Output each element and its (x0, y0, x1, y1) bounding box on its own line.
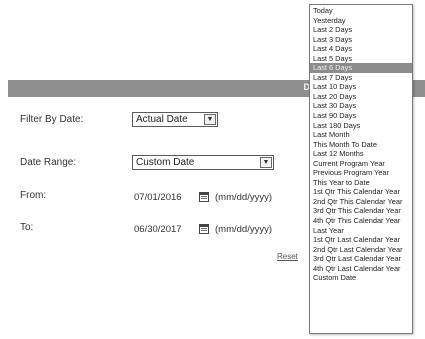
dropdown-option[interactable]: Last 4 Days (310, 44, 412, 54)
dropdown-option[interactable]: 2nd Qtr Last Calendar Year (310, 245, 412, 255)
date-range-options-list[interactable]: Today Yesterday Last 2 Days Last 3 Days Last… (309, 4, 413, 334)
chevron-down-icon[interactable]: ▼ (204, 114, 216, 125)
date-range-value: Custom Date (136, 157, 195, 168)
dropdown-option[interactable]: 4th Qtr This Calendar Year (310, 216, 412, 226)
dropdown-option[interactable]: Yesterday (310, 16, 412, 26)
calendar-icon[interactable] (199, 192, 209, 202)
dropdown-option[interactable]: Last 20 Days (310, 92, 412, 102)
dropdown-option[interactable]: 1st Qtr Last Calendar Year (310, 235, 412, 245)
filter-by-date-select[interactable]: Actual Date ▼ (132, 112, 218, 127)
filter-by-date-value: Actual Date (136, 114, 188, 125)
calendar-icon[interactable] (199, 224, 209, 234)
dropdown-option[interactable]: 3rd Qtr This Calendar Year (310, 206, 412, 216)
to-date-input[interactable]: 06/30/2017 (134, 224, 182, 235)
dropdown-option[interactable]: Last 3 Days (310, 35, 412, 45)
date-range-select[interactable]: Custom Date ▼ (132, 155, 274, 170)
reset-link[interactable]: Reset (277, 252, 298, 261)
date-range-label: Date Range: (20, 157, 77, 168)
dropdown-option[interactable]: Last 12 Months (310, 149, 412, 159)
dropdown-option[interactable]: Custom Date (310, 273, 412, 283)
dropdown-option[interactable]: Previous Program Year (310, 168, 412, 178)
from-date-format-hint: (mm/dd/yyyy) (215, 192, 272, 203)
dropdown-option[interactable]: 3rd Qtr Last Calendar Year (310, 254, 412, 264)
dropdown-option[interactable]: Last Year (310, 226, 412, 236)
dropdown-option[interactable]: This Year to Date (310, 178, 412, 188)
dropdown-option[interactable]: Last 2 Days (310, 25, 412, 35)
options-list: Today Yesterday Last 2 Days Last 3 Days Last… (310, 5, 412, 283)
dropdown-option[interactable]: Last 180 Days (310, 121, 412, 131)
dropdown-option[interactable]: Last 30 Days (310, 101, 412, 111)
dropdown-option[interactable]: Last Month (310, 130, 412, 140)
dropdown-option[interactable]: Last 6 Days (310, 63, 412, 73)
dropdown-option[interactable]: Current Program Year (310, 159, 412, 169)
dropdown-option[interactable]: Today (310, 6, 412, 16)
filter-by-date-label: Filter By Date: (20, 114, 84, 125)
dropdown-option[interactable]: Last 90 Days (310, 111, 412, 121)
dropdown-option[interactable]: Last 7 Days (310, 73, 412, 83)
dropdown-option[interactable]: 4th Qtr Last Calendar Year (310, 264, 412, 274)
from-label: From: (20, 190, 47, 201)
dropdown-option[interactable]: Last 10 Days (310, 82, 412, 92)
dropdown-option[interactable]: 2nd Qtr This Calendar Year (310, 197, 412, 207)
dropdown-option[interactable]: 1st Qtr This Calendar Year (310, 187, 412, 197)
to-label: To: (20, 222, 34, 233)
from-date-input[interactable]: 07/01/2016 (134, 192, 182, 203)
dropdown-option[interactable]: This Month To Date (310, 140, 412, 150)
dropdown-option[interactable]: Last 5 Days (310, 54, 412, 64)
to-date-format-hint: (mm/dd/yyyy) (215, 224, 272, 235)
chevron-down-icon[interactable]: ▼ (260, 157, 272, 168)
